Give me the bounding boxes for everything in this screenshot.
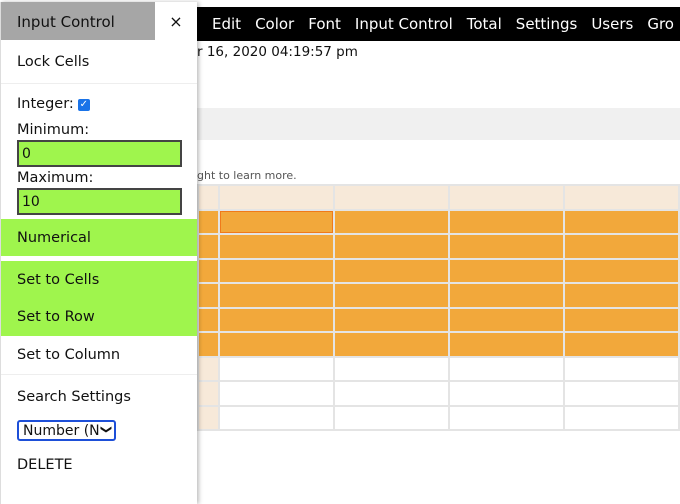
header-row <box>197 184 680 211</box>
row-header[interactable] <box>197 306 220 333</box>
numerical-button[interactable]: Numerical <box>1 219 197 256</box>
cell[interactable] <box>447 380 565 407</box>
cell[interactable] <box>562 404 680 431</box>
spreadsheet <box>197 184 680 431</box>
row-header[interactable] <box>197 208 220 235</box>
cell[interactable] <box>447 257 565 284</box>
delete-button[interactable]: DELETE <box>1 444 197 486</box>
cell[interactable] <box>332 208 450 235</box>
column-header[interactable] <box>217 184 335 211</box>
cell[interactable] <box>332 404 450 431</box>
cell[interactable] <box>562 306 680 333</box>
cell[interactable] <box>332 233 450 260</box>
table-row <box>197 233 680 260</box>
search-type-value: Number (N <box>23 423 100 439</box>
cell[interactable] <box>217 331 335 358</box>
row-header[interactable] <box>197 233 220 260</box>
row-header[interactable] <box>197 355 220 382</box>
cell[interactable] <box>447 331 565 358</box>
table-row <box>197 331 680 358</box>
hint-text: ght to learn more. <box>197 169 297 182</box>
corner-cell <box>197 184 220 211</box>
row-header[interactable] <box>197 331 220 358</box>
table-row <box>197 208 680 235</box>
integer-label: Integer: <box>17 96 74 112</box>
menu-bar: Edit Color Font Input Control Total Sett… <box>197 7 680 41</box>
menu-groups[interactable]: Gro <box>647 15 674 33</box>
lock-cells-button[interactable]: Lock Cells <box>1 40 197 83</box>
cell[interactable] <box>562 331 680 358</box>
cell[interactable] <box>217 380 335 407</box>
menu-settings[interactable]: Settings <box>516 15 578 33</box>
cell[interactable] <box>562 282 680 309</box>
cell[interactable] <box>332 331 450 358</box>
cell[interactable] <box>447 233 565 260</box>
minimum-input[interactable]: 0 <box>17 140 182 167</box>
input-control-panel: Input Control × Lock Cells Integer: ✓ Min… <box>0 2 197 504</box>
cell[interactable] <box>447 355 565 382</box>
menu-edit[interactable]: Edit <box>212 15 241 33</box>
table-row <box>197 380 680 407</box>
column-header[interactable] <box>562 184 680 211</box>
table-row <box>197 282 680 309</box>
cell[interactable] <box>562 233 680 260</box>
cell[interactable] <box>562 355 680 382</box>
set-to-cells-button[interactable]: Set to Cells <box>1 261 197 298</box>
table-row <box>197 355 680 382</box>
row-header[interactable] <box>197 257 220 284</box>
close-icon[interactable]: × <box>155 2 197 40</box>
cell[interactable] <box>217 233 335 260</box>
set-to-column-button[interactable]: Set to Column <box>1 336 197 374</box>
cell[interactable] <box>562 208 680 235</box>
maximum-label: Maximum: <box>17 170 94 186</box>
cell[interactable] <box>332 306 450 333</box>
cell[interactable] <box>332 355 450 382</box>
search-type-select[interactable]: Number (N ❯ <box>17 420 116 441</box>
cell[interactable] <box>217 404 335 431</box>
table-row <box>197 306 680 333</box>
row-header[interactable] <box>197 404 220 431</box>
set-to-row-button[interactable]: Set to Row <box>1 298 197 336</box>
menu-input-control[interactable]: Input Control <box>355 15 453 33</box>
menu-font[interactable]: Font <box>308 15 341 33</box>
cell[interactable] <box>217 355 335 382</box>
table-row <box>197 404 680 431</box>
table-row <box>197 257 680 284</box>
row-header[interactable] <box>197 282 220 309</box>
search-settings-label: Search Settings <box>17 388 131 405</box>
menu-users[interactable]: Users <box>591 15 633 33</box>
cell-selected[interactable] <box>217 208 335 235</box>
cell[interactable] <box>447 404 565 431</box>
maximum-input[interactable]: 10 <box>17 188 182 215</box>
integer-row: Integer: ✓ <box>1 96 197 112</box>
menu-color[interactable]: Color <box>255 15 294 33</box>
cell[interactable] <box>447 282 565 309</box>
cell[interactable] <box>447 306 565 333</box>
menu-total[interactable]: Total <box>467 15 502 33</box>
cell[interactable] <box>332 282 450 309</box>
cell[interactable] <box>217 306 335 333</box>
integer-checkbox[interactable]: ✓ <box>77 99 90 111</box>
cell[interactable] <box>217 257 335 284</box>
row-header[interactable] <box>197 380 220 407</box>
chevron-down-icon: ❯ <box>99 424 113 435</box>
minimum-label: Minimum: <box>17 122 90 138</box>
panel-title: Input Control <box>1 2 155 40</box>
timestamp: r 16, 2020 04:19:57 pm <box>197 44 358 60</box>
toolbar-band <box>197 108 680 140</box>
column-header[interactable] <box>447 184 565 211</box>
cell[interactable] <box>332 380 450 407</box>
cell[interactable] <box>332 257 450 284</box>
cell[interactable] <box>447 208 565 235</box>
cell[interactable] <box>562 380 680 407</box>
column-header[interactable] <box>332 184 450 211</box>
cell[interactable] <box>562 257 680 284</box>
cell[interactable] <box>217 282 335 309</box>
